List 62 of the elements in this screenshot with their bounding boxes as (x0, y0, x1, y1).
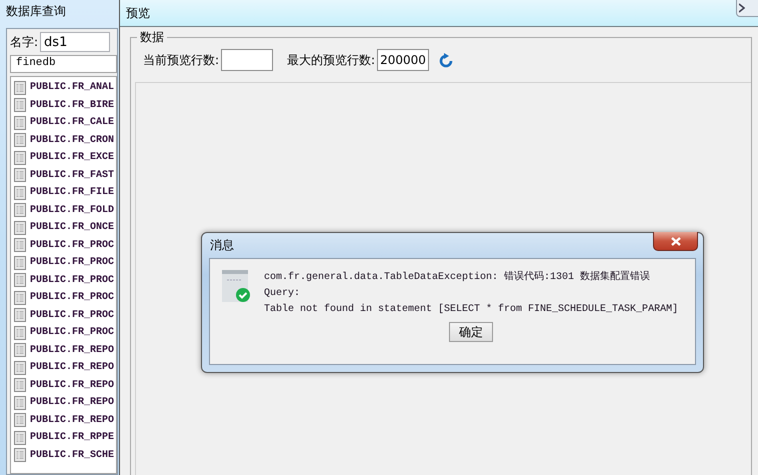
table-icon (14, 133, 26, 148)
table-icon (14, 238, 26, 252)
max-rows-label: 最大的预览行数: (287, 52, 376, 68)
message-text: com.fr.general.data.TableDataException: 错误代码:1301 数据集配置错误 (264, 270, 652, 285)
group-title: 数据 (137, 29, 167, 46)
table-icon (14, 413, 26, 428)
table-icon (14, 150, 26, 165)
table-icon (14, 326, 26, 340)
table-item[interactable]: PUBLIC.FR_EXCE (30, 152, 114, 164)
table-icon (14, 116, 26, 130)
message-text: Query: (264, 287, 302, 301)
dialog-title: 消息 (210, 237, 234, 254)
table-item[interactable]: PUBLIC.FR_FILE (30, 187, 114, 198)
name-field[interactable]: ds1 (40, 32, 110, 52)
window-title: 预览 (126, 4, 150, 22)
document-check-icon (222, 270, 252, 302)
table-item[interactable]: PUBLIC.FR_SCHE (30, 450, 114, 461)
table-icon (14, 343, 26, 358)
table-icon (14, 396, 26, 410)
table-item[interactable]: PUBLIC.FR_ANAL (30, 82, 114, 94)
table-icon (14, 273, 26, 288)
table-item[interactable]: PUBLIC.FR_CALE (30, 117, 114, 128)
table-icon (14, 378, 26, 392)
table-item[interactable]: PUBLIC.FR_PROC (30, 292, 114, 304)
table-icon (14, 80, 26, 95)
ok-button[interactable]: 确定 (449, 322, 494, 342)
table-icon (14, 98, 26, 112)
max-rows-field[interactable]: 200000 (377, 49, 430, 71)
current-rows-field[interactable] (221, 49, 274, 71)
table-icon (14, 203, 26, 218)
table-item[interactable]: PUBLIC.FR_PROC (30, 257, 114, 268)
table-item[interactable]: PUBLIC.FR_PROC (30, 274, 114, 286)
table-icon (14, 308, 26, 322)
table-item[interactable]: PUBLIC.FR_REPO (30, 344, 114, 356)
table-item[interactable]: PUBLIC.FR_CRON (30, 134, 114, 146)
table-item[interactable]: PUBLIC.FR_REPO (30, 414, 114, 426)
table-item[interactable]: PUBLIC.FR_REPO (30, 362, 114, 374)
table-item[interactable]: PUBLIC.FR_PROC (30, 327, 114, 338)
table-item[interactable]: PUBLIC.FR_PROC (30, 240, 114, 251)
table-item[interactable]: PUBLIC.FR_REPO (30, 397, 114, 408)
table-item[interactable]: PUBLIC.FR_BIRE (30, 100, 114, 111)
table-icon (14, 168, 26, 182)
table-item[interactable]: PUBLIC.FR_PROC (30, 310, 114, 321)
close-button[interactable] (653, 232, 698, 251)
table-icon (14, 256, 26, 270)
table-item[interactable]: PUBLIC.FR_REPO (30, 380, 114, 391)
refresh-icon[interactable] (439, 52, 454, 68)
database-dropdown[interactable]: finedb (10, 55, 117, 73)
table-item[interactable]: PUBLIC.FR_ONCE (30, 222, 114, 234)
table-icon (14, 220, 26, 235)
table-icon (14, 186, 26, 200)
table-item[interactable]: PUBLIC.FR_FOLD (30, 204, 114, 216)
window-title: 数据库查询 (5, 3, 67, 20)
table-item[interactable]: PUBLIC.FR_RPPE (30, 432, 114, 444)
table-icon (14, 448, 26, 462)
table-icon (14, 360, 26, 375)
current-rows-label: 当前预览行数: (143, 52, 220, 68)
table-item[interactable]: PUBLIC.FR_FAST (30, 170, 114, 181)
name-label: 名字: (10, 34, 38, 50)
message-text: Table not found in statement [SELECT * from FINE_SCHEDULE_TASK_PARAM] (264, 302, 678, 317)
table-icon (14, 290, 26, 305)
table-icon (14, 430, 26, 445)
